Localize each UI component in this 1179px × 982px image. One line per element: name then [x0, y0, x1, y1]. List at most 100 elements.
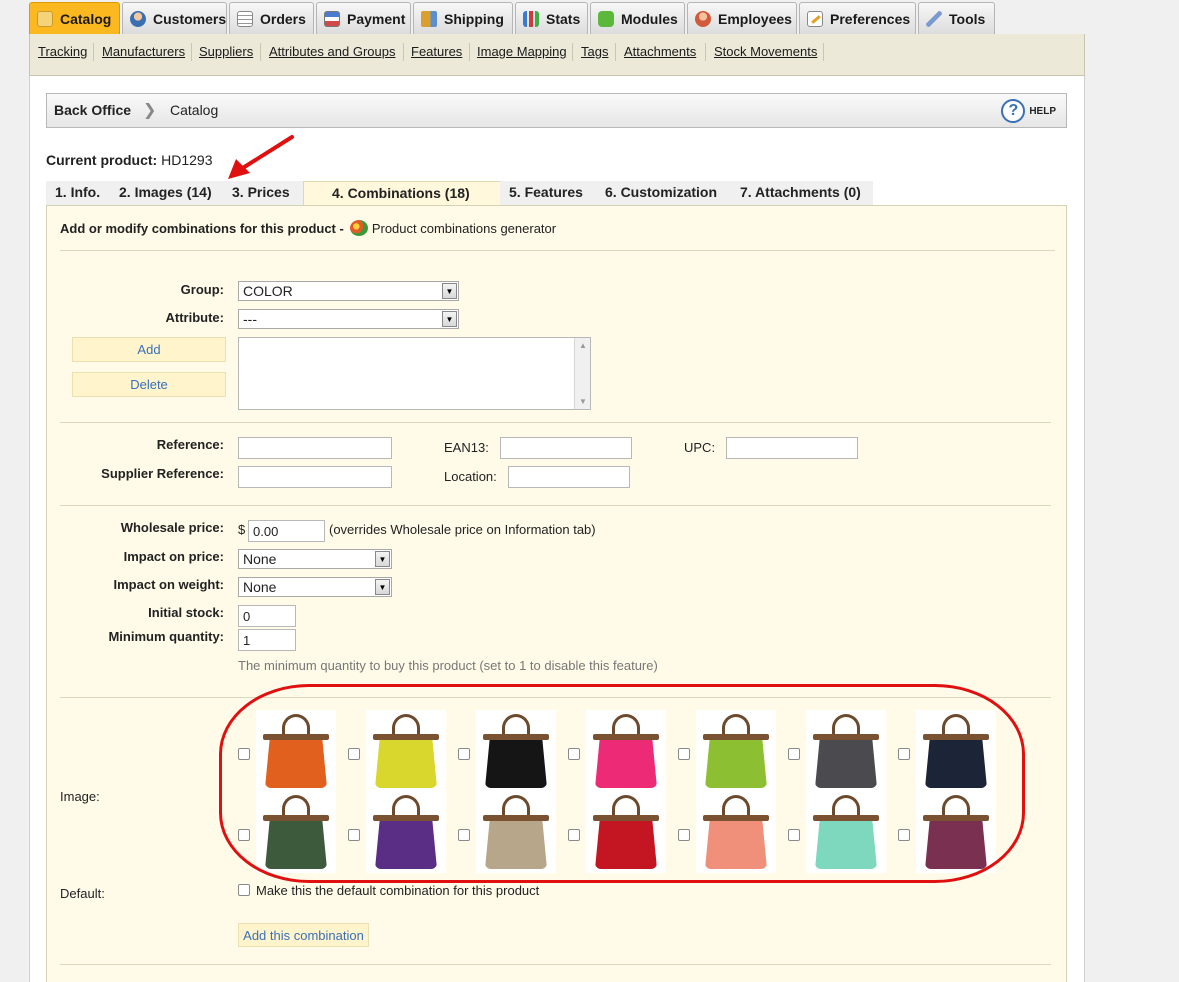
- reference-input[interactable]: [238, 437, 392, 459]
- supplier-reference-label: Supplier Reference:: [101, 466, 224, 481]
- bag-trim: [373, 734, 439, 740]
- subnav-stock-movements[interactable]: Stock Movements: [714, 44, 817, 59]
- help-button[interactable]: ? HELP: [1001, 99, 1056, 123]
- image-checkbox[interactable]: [568, 748, 580, 760]
- help-icon: ?: [1001, 99, 1026, 123]
- product-image-thumbnail[interactable]: [806, 791, 886, 873]
- image-checkbox[interactable]: [898, 748, 910, 760]
- bag-trim: [593, 734, 659, 740]
- tab-tools[interactable]: Tools: [918, 2, 995, 34]
- supplier-reference-input[interactable]: [238, 466, 392, 488]
- subnav-attachments[interactable]: Attachments: [624, 44, 696, 59]
- default-label: Default:: [60, 886, 105, 901]
- subnav-suppliers[interactable]: Suppliers: [199, 44, 253, 59]
- upc-input[interactable]: [726, 437, 858, 459]
- product-image-thumbnail[interactable]: [586, 791, 666, 873]
- divider: [93, 43, 94, 61]
- subnav-tags[interactable]: Tags: [581, 44, 608, 59]
- image-checkbox[interactable]: [788, 829, 800, 841]
- tab-stats[interactable]: Stats: [515, 2, 588, 34]
- location-input[interactable]: [508, 466, 630, 488]
- product-image-thumbnail[interactable]: [476, 710, 556, 792]
- minimum-quantity-help: The minimum quantity to buy this product…: [238, 658, 658, 673]
- catalog-subnav: Tracking Manufacturers Suppliers Attribu…: [29, 34, 1085, 76]
- product-image-thumbnail[interactable]: [806, 710, 886, 792]
- product-image-thumbnail[interactable]: [916, 710, 996, 792]
- scroll-down-icon: ▼: [579, 397, 587, 406]
- bag-trim: [373, 815, 439, 821]
- tab-catalog[interactable]: Catalog: [29, 2, 120, 34]
- ptab-attachments[interactable]: 7. Attachments (0): [731, 181, 873, 205]
- delete-attribute-button[interactable]: Delete: [72, 372, 226, 397]
- tab-orders[interactable]: Orders: [229, 2, 314, 34]
- product-image-thumbnail[interactable]: [366, 710, 446, 792]
- initial-stock-input[interactable]: [238, 605, 296, 627]
- subnav-attributes-groups[interactable]: Attributes and Groups: [269, 44, 395, 59]
- attribute-listbox[interactable]: ▲ ▼: [238, 337, 591, 410]
- image-checkbox[interactable]: [238, 748, 250, 760]
- image-checkbox[interactable]: [348, 829, 360, 841]
- product-image-thumbnail[interactable]: [366, 791, 446, 873]
- combinations-panel: Add or modify combinations for this prod…: [46, 205, 1067, 982]
- impact-price-select[interactable]: None ▼: [238, 549, 392, 569]
- image-checkbox[interactable]: [788, 748, 800, 760]
- shipping-icon: [421, 10, 437, 27]
- image-checkbox[interactable]: [898, 829, 910, 841]
- palette-icon: [349, 220, 368, 236]
- add-combination-button[interactable]: Add this combination: [238, 923, 369, 947]
- ean13-input[interactable]: [500, 437, 632, 459]
- subnav-image-mapping[interactable]: Image Mapping: [477, 44, 567, 59]
- image-checkbox[interactable]: [678, 748, 690, 760]
- image-checkbox[interactable]: [348, 748, 360, 760]
- tab-payment[interactable]: Payment: [316, 2, 411, 34]
- product-image-thumbnail[interactable]: [696, 710, 776, 792]
- scrollbar[interactable]: ▲ ▼: [574, 338, 590, 409]
- current-product-value: HD1293: [161, 152, 213, 168]
- product-image-thumbnail[interactable]: [256, 710, 336, 792]
- tab-customers[interactable]: Customers: [122, 2, 227, 34]
- main-content: Back Office ❯ Catalog ? HELP Current pro…: [29, 76, 1085, 982]
- breadcrumb-root[interactable]: Back Office: [54, 102, 131, 118]
- image-checkbox[interactable]: [238, 829, 250, 841]
- combinations-generator-link[interactable]: Product combinations generator: [349, 220, 556, 236]
- product-image-thumbnail[interactable]: [586, 710, 666, 792]
- tab-preferences[interactable]: Preferences: [799, 2, 916, 34]
- default-combination-checkbox[interactable]: [238, 884, 250, 896]
- ptab-images[interactable]: 2. Images (14): [110, 181, 223, 205]
- wholesale-note: (overrides Wholesale price on Informatio…: [329, 522, 596, 537]
- image-checkbox[interactable]: [458, 829, 470, 841]
- divider: [191, 43, 192, 61]
- image-checkbox[interactable]: [678, 829, 690, 841]
- tab-modules[interactable]: Modules: [590, 2, 685, 34]
- image-checkbox[interactable]: [458, 748, 470, 760]
- product-image-thumbnail[interactable]: [476, 791, 556, 873]
- wholesale-price-input[interactable]: [248, 520, 325, 542]
- product-image-thumbnail[interactable]: [916, 791, 996, 873]
- product-image-thumbnail[interactable]: [256, 791, 336, 873]
- ean13-label: EAN13:: [444, 440, 489, 455]
- subnav-tracking[interactable]: Tracking: [38, 44, 87, 59]
- default-combination-text: Make this the default combination for th…: [256, 883, 540, 898]
- breadcrumb-current: Catalog: [170, 102, 219, 118]
- tab-shipping[interactable]: Shipping: [413, 2, 513, 34]
- group-select[interactable]: COLOR ▼: [238, 281, 459, 301]
- product-image-thumbnail[interactable]: [696, 791, 776, 873]
- image-checkbox[interactable]: [568, 829, 580, 841]
- group-label: Group:: [180, 282, 224, 297]
- impact-weight-select[interactable]: None ▼: [238, 577, 392, 597]
- subnav-features[interactable]: Features: [411, 44, 462, 59]
- subnav-manufacturers[interactable]: Manufacturers: [102, 44, 185, 59]
- ptab-info[interactable]: 1. Info.: [46, 181, 110, 205]
- minimum-quantity-input[interactable]: [238, 629, 296, 651]
- tab-label: Employees: [718, 10, 792, 27]
- divider: [823, 43, 824, 61]
- bag-trim: [923, 734, 989, 740]
- tab-employees[interactable]: Employees: [687, 2, 797, 34]
- ptab-features[interactable]: 5. Features: [500, 181, 596, 205]
- bag-body: [705, 817, 767, 869]
- ptab-prices[interactable]: 3. Prices: [223, 181, 303, 205]
- add-attribute-button[interactable]: Add: [72, 337, 226, 362]
- attribute-select[interactable]: --- ▼: [238, 309, 459, 329]
- ptab-combinations[interactable]: 4. Combinations (18): [303, 181, 501, 205]
- ptab-customization[interactable]: 6. Customization: [596, 181, 731, 205]
